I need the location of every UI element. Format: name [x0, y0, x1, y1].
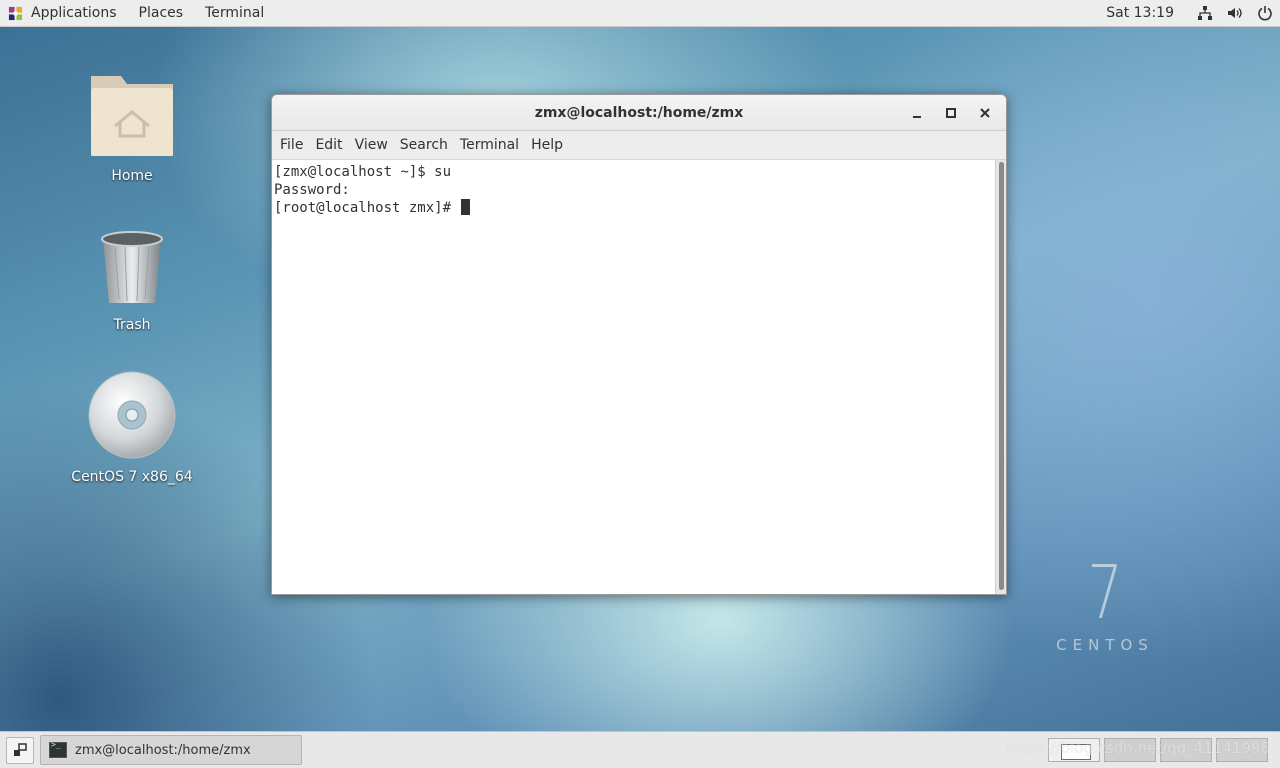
minimize-icon [913, 116, 921, 118]
terminal-text: [zmx@localhost ~]$ su Password: [root@loca… [272, 160, 1006, 217]
desktop-icon-label: Home [111, 168, 153, 184]
centos-wordmark: CENTOS [1056, 636, 1154, 654]
scrollbar-thumb[interactable] [999, 162, 1004, 590]
network-icon[interactable] [1190, 0, 1220, 27]
top-menu: Applications Places Terminal [0, 0, 275, 26]
places-menu[interactable]: Places [128, 0, 195, 26]
show-desktop-button[interactable] [6, 736, 34, 764]
centos-branding: 7 CENTOS [1040, 556, 1170, 654]
terminal-app-menu[interactable]: Terminal [194, 0, 275, 26]
terminal-line: Password: [274, 182, 350, 198]
maximize-icon [946, 108, 956, 118]
terminal-line: [root@localhost zmx]# [274, 200, 460, 216]
terminal-prompt-line: [root@localhost zmx]# [274, 199, 1006, 217]
menu-edit[interactable]: Edit [309, 137, 348, 153]
close-icon [980, 108, 990, 118]
desktop-icon-home[interactable]: Home [67, 74, 197, 184]
menu-help[interactable]: Help [525, 137, 569, 153]
trash-icon [101, 231, 163, 303]
window-controls [900, 95, 1002, 131]
taskbar-item-terminal[interactable]: zmx@localhost:/home/zmx [40, 735, 302, 765]
terminal-output[interactable]: [zmx@localhost ~]$ su Password: [root@loca… [272, 160, 1006, 594]
terminal-window: zmx@localhost:/home/zmx File Edit View S… [271, 94, 1007, 595]
desktop-icon-trash[interactable]: Trash [67, 229, 197, 333]
taskbar-item-label: zmx@localhost:/home/zmx [75, 742, 251, 758]
menu-file[interactable]: File [274, 137, 309, 153]
desktop-icon-label: CentOS 7 x86_64 [71, 469, 193, 485]
desktop-icon-disc[interactable]: CentOS 7 x86_64 [67, 371, 197, 485]
watermark-url: https://blog.csdn.net/qq_41141996 [1006, 739, 1270, 757]
optical-disc-icon [88, 371, 176, 459]
clock[interactable]: Sat 13:19 [1090, 5, 1190, 21]
applications-menu[interactable]: Applications [20, 0, 128, 26]
show-desktop-icon [14, 743, 27, 756]
menu-search[interactable]: Search [394, 137, 454, 153]
home-folder-icon [91, 76, 173, 156]
terminal-icon [49, 740, 67, 758]
terminal-line: [zmx@localhost ~]$ su [274, 164, 452, 180]
terminal-menubar: File Edit View Search Terminal Help [272, 131, 1006, 160]
power-icon[interactable] [1250, 0, 1280, 27]
window-title: zmx@localhost:/home/zmx [534, 104, 744, 121]
system-tray: Sat 13:19 [1090, 0, 1280, 26]
close-button[interactable] [968, 95, 1002, 131]
desktop-icon-label: Trash [113, 317, 151, 333]
terminal-cursor [461, 199, 471, 215]
window-titlebar[interactable]: zmx@localhost:/home/zmx [272, 95, 1006, 131]
terminal-scrollbar[interactable] [995, 160, 1006, 594]
maximize-button[interactable] [934, 95, 968, 131]
volume-icon[interactable] [1220, 0, 1250, 27]
top-panel: Applications Places Terminal Sat 13:19 [0, 0, 1280, 27]
menu-terminal[interactable]: Terminal [454, 137, 525, 153]
minimize-button[interactable] [900, 95, 934, 131]
menu-view[interactable]: View [349, 137, 394, 153]
centos-version-number: 7 [1087, 550, 1123, 636]
